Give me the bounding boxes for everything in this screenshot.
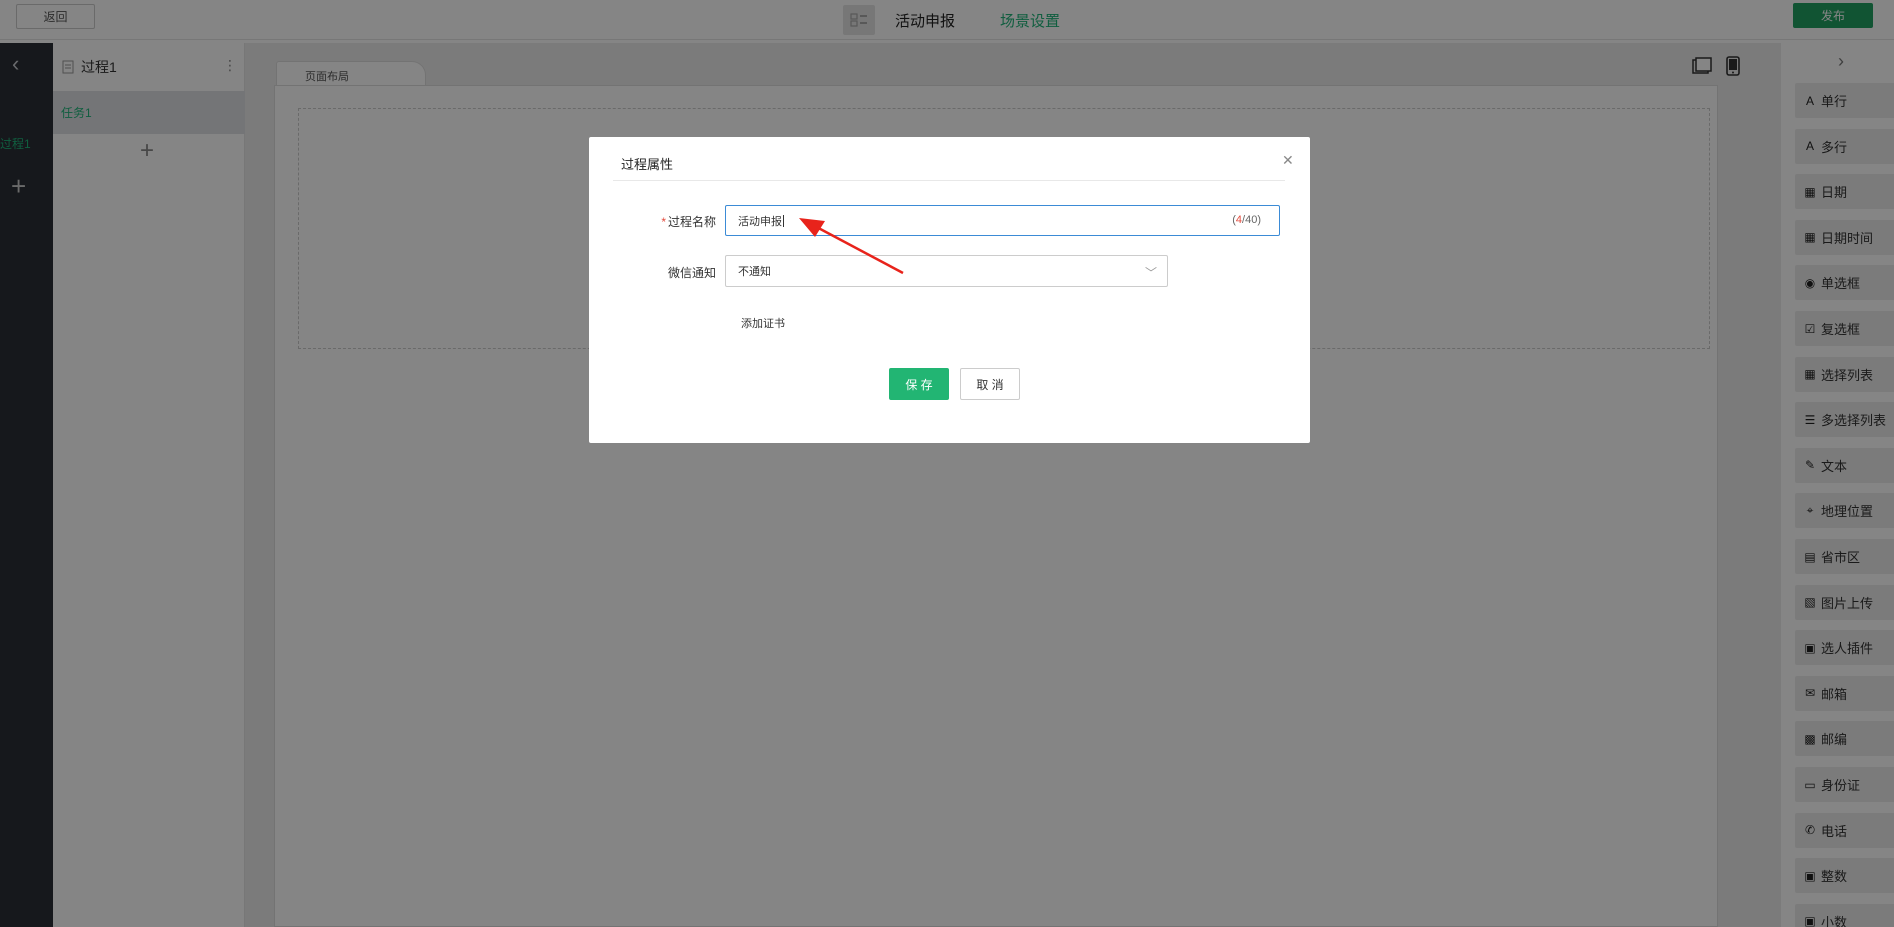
close-icon[interactable]: ✕	[1282, 152, 1294, 169]
divider	[613, 180, 1285, 181]
required-mark: *	[661, 215, 666, 229]
annotation-arrow-icon	[799, 218, 904, 275]
chevron-down-icon: ﹀	[1144, 266, 1157, 280]
process-name-value: 活动申报	[738, 215, 782, 228]
save-button[interactable]: 保 存	[889, 368, 949, 400]
wechat-notify-label: 微信通知	[667, 266, 716, 280]
dialog-title: 过程属性	[621, 157, 674, 172]
process-name-label: * 过程名称	[660, 213, 716, 230]
wechat-notify-select[interactable]: 不通知 ﹀	[725, 255, 1168, 287]
process-name-label-text: 过程名称	[667, 215, 716, 229]
add-certificate-link[interactable]: 添加证书	[741, 315, 785, 331]
cancel-button[interactable]: 取 消	[960, 368, 1020, 400]
process-properties-dialog: 过程属性 ✕	[589, 137, 1310, 443]
wechat-notify-value: 不通知	[738, 266, 771, 278]
counter-rest: /40)	[1242, 214, 1261, 226]
char-counter: (4/40)	[1232, 214, 1261, 226]
text-caret	[783, 214, 784, 227]
